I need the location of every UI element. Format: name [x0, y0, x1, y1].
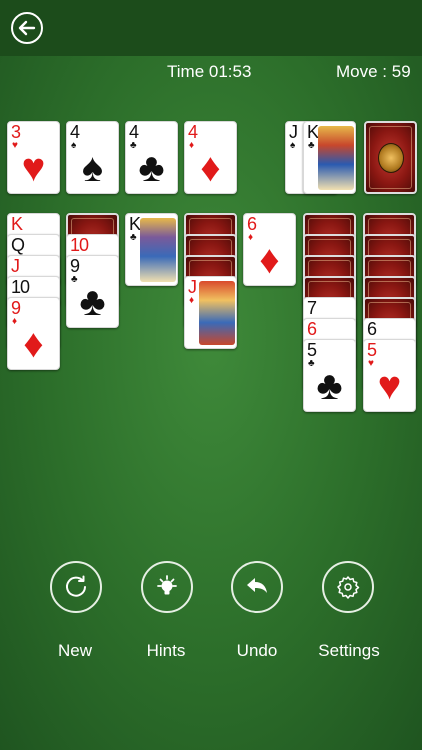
card-rank: 9: [11, 298, 21, 318]
card-rank: 4: [129, 122, 139, 142]
timer-text: Time 01:53: [167, 62, 252, 81]
card-suit-small: ♦: [189, 295, 195, 306]
card-rank: 6: [367, 319, 377, 339]
foundation-card-4[interactable]: 4 ♦ ♦: [184, 121, 237, 194]
tableau-card[interactable]: 6 ♦ ♦: [243, 213, 296, 286]
card-suit-small: ♣: [130, 232, 137, 243]
card-rank: 4: [70, 122, 80, 142]
undo-arrow-icon: [247, 578, 267, 593]
card-suit-large: ♠: [81, 146, 104, 190]
card-rank: K: [129, 214, 141, 234]
new-game-button[interactable]: [50, 561, 102, 613]
card-rank: 5: [367, 340, 377, 360]
card-rank: Q: [11, 235, 25, 255]
hints-button[interactable]: [141, 561, 193, 613]
card-suit-large: ♦: [23, 322, 44, 366]
card-suit-large: ♣: [138, 146, 165, 190]
gear-icon: [337, 576, 360, 599]
card-suit-small: ♣: [308, 140, 315, 151]
stock-pile[interactable]: [364, 121, 417, 194]
card-rank: J: [11, 256, 20, 276]
card-rank: J: [289, 122, 298, 142]
tableau-card[interactable]: 9 ♣ ♣: [66, 255, 119, 328]
card-back-emblem: [377, 142, 404, 173]
king-face-image: [140, 218, 176, 282]
tableau-card[interactable]: 9 ♦ ♦: [7, 297, 60, 370]
hints-label: Hints: [146, 641, 186, 660]
card-suit-small: ♠: [290, 140, 296, 151]
settings-button[interactable]: [322, 561, 374, 613]
card-rank: 4: [188, 122, 198, 142]
card-rank: 9: [70, 256, 80, 276]
tableau-card[interactable]: J ♦: [184, 276, 237, 349]
new-label: New: [57, 641, 92, 660]
foundation-card-1[interactable]: 3 ♥ ♥: [7, 121, 60, 194]
waste-card-king[interactable]: K ♣: [303, 121, 356, 194]
tableau-card[interactable]: 5 ♥ ♥: [363, 339, 416, 412]
card-rank: 5: [307, 340, 317, 360]
king-face-image: [318, 126, 354, 190]
back-button[interactable]: [11, 12, 43, 44]
undo-button[interactable]: [231, 561, 283, 613]
card-suit-large: ♣: [316, 364, 343, 408]
arrow-left-icon: [18, 20, 36, 36]
move-counter: Move : 59: [336, 62, 411, 81]
card-rank: 6: [307, 319, 317, 339]
foundation-card-2[interactable]: 4 ♠ ♠: [66, 121, 119, 194]
card-rank: K: [307, 122, 319, 142]
jack-face-image: [199, 281, 235, 345]
card-suit-large: ♣: [79, 280, 106, 324]
card-rank: 10: [70, 235, 89, 255]
top-bar: [0, 0, 422, 56]
card-suit-large: ♥: [377, 364, 402, 408]
tableau-card[interactable]: K ♣: [125, 213, 178, 286]
lightbulb-icon: [157, 575, 177, 595]
tableau-card[interactable]: 5 ♣ ♣: [303, 339, 356, 412]
card-rank: 10: [11, 277, 30, 297]
foundation-card-3[interactable]: 4 ♣ ♣: [125, 121, 178, 194]
settings-label: Settings: [318, 641, 380, 660]
card-rank: K: [11, 214, 23, 234]
card-rank: 6: [247, 214, 257, 234]
card-suit-large: ♦: [200, 146, 221, 190]
card-rank: J: [188, 277, 197, 297]
card-rank: 7: [307, 298, 317, 318]
card-rank: 3: [11, 122, 21, 142]
card-suit-large: ♦: [259, 238, 280, 282]
undo-label: Undo: [236, 641, 278, 660]
refresh-icon: [66, 575, 86, 597]
card-suit-large: ♥: [21, 146, 46, 190]
